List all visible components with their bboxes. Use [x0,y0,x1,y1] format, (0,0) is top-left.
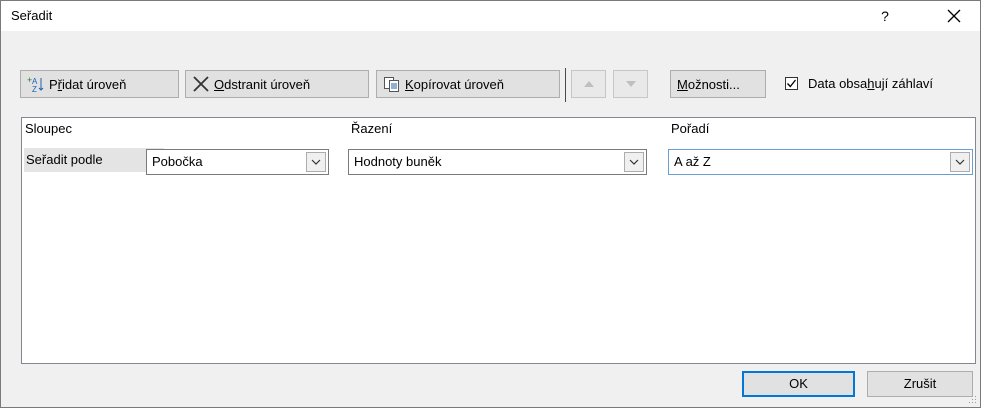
sort-on-select-dropdown[interactable] [624,152,644,172]
dialog-title: Seřadit [11,8,53,23]
headers-checkbox[interactable]: Data obsahují záhlaví [785,76,933,91]
column-select-dropdown[interactable] [306,152,326,172]
close-button[interactable] [939,5,969,27]
resize-grip-icon[interactable] [969,396,977,404]
column-header: Sloupec [25,121,72,136]
add-level-icon: + A Z [27,75,45,93]
chevron-down-icon [629,159,639,165]
options-button[interactable]: Možnosti... [670,70,766,98]
checkbox-box[interactable] [785,77,798,90]
arrow-down-icon [625,81,636,87]
help-button[interactable]: ? [873,5,897,27]
sort-on-select-value: Hodnoty buněk [354,154,442,169]
sort-by-label: Seřadit podle [24,148,164,172]
move-up-button[interactable] [571,70,606,98]
toolbar: + A Z Přidat úroveň Odstranit úroveň Kop… [1,68,980,102]
column-select[interactable]: Pobočka [146,149,329,175]
move-down-button[interactable] [613,70,648,98]
ok-button[interactable]: OK [742,371,855,397]
arrow-up-icon [583,81,594,87]
chevron-down-icon [955,159,965,165]
headers-checkbox-label: Data obsahují záhlaví [808,76,934,91]
order-select-dropdown[interactable] [950,152,970,172]
order-header: Pořadí [671,121,710,136]
cancel-button[interactable]: Zrušit [867,371,973,397]
add-level-button[interactable]: + A Z Přidat úroveň [20,70,179,98]
chevron-down-icon [311,159,321,165]
delete-level-button[interactable]: Odstranit úroveň [185,70,369,98]
close-icon [947,9,961,23]
delete-level-label: Odstranit úroveň [214,76,311,92]
sort-levels-grid: Sloupec Řazení Pořadí Seřadit podle Pobo… [21,117,976,364]
column-select-value: Pobočka [152,154,203,169]
sort-on-header: Řazení [351,121,393,136]
checkmark-icon [787,79,797,88]
copy-level-label: Kopírovat úroveň [405,76,505,92]
toolbar-separator [565,68,566,102]
copy-icon [383,76,401,92]
sort-dialog: Seřadit ? + A Z Přidat úroveň Odstranit … [0,0,981,408]
title-bar: Seřadit ? [1,1,980,31]
svg-text:Z: Z [32,85,37,93]
order-select[interactable]: A až Z [668,149,973,175]
sort-on-select[interactable]: Hodnoty buněk [348,149,647,175]
order-select-value: A až Z [674,154,711,169]
options-label: Možnosti... [677,76,740,92]
delete-x-icon [192,76,210,92]
copy-level-button[interactable]: Kopírovat úroveň [376,70,560,98]
add-level-label: Přidat úroveň [49,76,127,92]
